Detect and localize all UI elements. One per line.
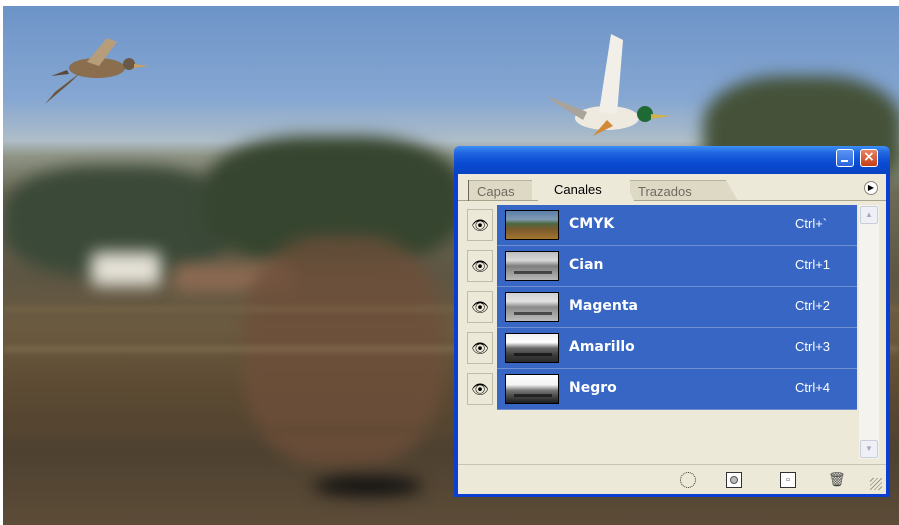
visibility-eye-icon[interactable]: 👁 <box>467 373 493 405</box>
channel-thumbnail <box>505 210 559 240</box>
minimize-icon <box>841 160 848 162</box>
tab-edge <box>468 180 469 201</box>
channel-shortcut: Ctrl+2 <box>795 298 831 313</box>
channel-shortcut: Ctrl+` <box>795 216 828 231</box>
close-button[interactable]: × <box>860 149 878 167</box>
panel-bottom-toolbar: ▫ 🗑 <box>458 464 886 494</box>
channel-shortcut: Ctrl+1 <box>795 257 831 272</box>
channel-thumbnail <box>505 333 559 363</box>
channel-row-selection[interactable]: CMYK Ctrl+` <box>497 205 857 246</box>
house-white <box>91 252 161 286</box>
vertical-scrollbar[interactable]: ▲ ▼ <box>859 205 879 459</box>
channel-name: Cian <box>569 257 604 273</box>
channel-row-selection[interactable]: Amarillo Ctrl+3 <box>497 328 857 369</box>
channel-thumbnail <box>505 292 559 322</box>
resize-grip-icon[interactable] <box>870 478 882 490</box>
channel-row-selection[interactable]: Cian Ctrl+1 <box>497 246 857 287</box>
channel-thumbnail <box>505 374 559 404</box>
tab-trazados[interactable]: Trazados <box>630 180 726 201</box>
channel-row-selection[interactable]: Magenta Ctrl+2 <box>497 287 857 328</box>
duck-left <box>45 38 149 104</box>
delete-channel-icon[interactable]: 🗑 <box>828 472 846 488</box>
channel-name: CMYK <box>569 216 615 232</box>
channel-shortcut: Ctrl+3 <box>795 339 831 354</box>
scroll-down-button[interactable]: ▼ <box>860 440 878 458</box>
new-channel-icon[interactable]: ▫ <box>780 472 796 488</box>
panel-body: Capas Trazados Canales ▶ 👁 CMYK Ctrl+` 👁 <box>458 174 886 494</box>
duck-right <box>547 34 671 136</box>
channel-name: Magenta <box>569 298 639 314</box>
tab-divider <box>458 200 886 201</box>
channel-list: 👁 CMYK Ctrl+` 👁 Cian Ctrl+1 👁 Magenta Ct… <box>463 205 857 459</box>
save-selection-icon[interactable] <box>726 472 742 488</box>
panel-tab-bar: Capas Trazados Canales ▶ <box>458 174 886 201</box>
tab-capas[interactable]: Capas <box>468 180 532 201</box>
channel-row-cmyk[interactable]: 👁 CMYK Ctrl+` <box>463 205 857 246</box>
close-icon: × <box>863 149 875 165</box>
tab-edge <box>726 180 738 201</box>
channel-row-negro[interactable]: 👁 Negro Ctrl+4 <box>463 369 857 410</box>
visibility-eye-icon[interactable]: 👁 <box>467 332 493 364</box>
visibility-eye-icon[interactable]: 👁 <box>467 291 493 323</box>
channels-panel-window: × Capas Trazados Canales ▶ 👁 CMYK Ctrl+` <box>454 146 890 497</box>
channel-thumbnail <box>505 251 559 281</box>
visibility-eye-icon[interactable]: 👁 <box>467 250 493 282</box>
channel-row-amarillo[interactable]: 👁 Amarillo Ctrl+3 <box>463 328 857 369</box>
channel-shortcut: Ctrl+4 <box>795 380 831 395</box>
visibility-eye-icon[interactable]: 👁 <box>467 209 493 241</box>
flyout-menu-icon[interactable]: ▶ <box>864 181 878 195</box>
tab-canales[interactable]: Canales <box>546 178 624 201</box>
channel-name: Negro <box>569 380 617 396</box>
channel-row-magenta[interactable]: 👁 Magenta Ctrl+2 <box>463 287 857 328</box>
panel-title-bar[interactable]: × <box>454 146 890 174</box>
minimize-button[interactable] <box>836 149 854 167</box>
scroll-up-button[interactable]: ▲ <box>860 206 878 224</box>
dark-pond <box>313 476 423 496</box>
tab-edge <box>624 178 634 201</box>
load-selection-icon[interactable] <box>680 472 696 488</box>
channel-row-cian[interactable]: 👁 Cian Ctrl+1 <box>463 246 857 287</box>
channel-row-selection[interactable]: Negro Ctrl+4 <box>497 369 857 410</box>
channel-name: Amarillo <box>569 339 635 355</box>
